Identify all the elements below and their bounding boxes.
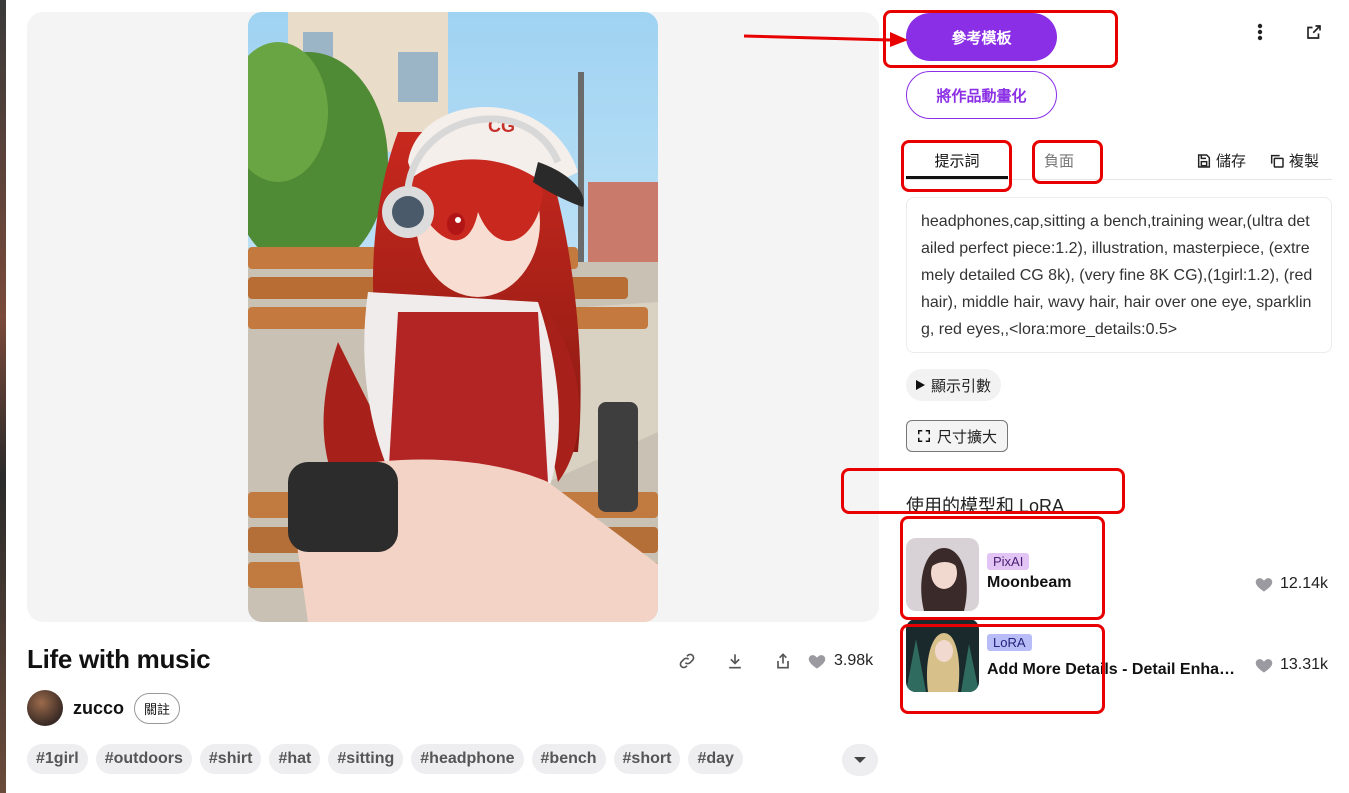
expand-icon [918,430,930,442]
tag[interactable]: #sitting [328,744,404,774]
heart-icon[interactable] [1254,655,1274,675]
copy-icon [1270,154,1284,168]
copy-button[interactable]: 複製 [1269,150,1319,171]
artwork-title: Life with music [27,644,211,674]
download-icon[interactable] [722,648,748,674]
artwork-actions: 3.98k [674,648,873,674]
tag[interactable]: #day [688,744,743,774]
model-thumbnail [906,619,979,692]
follow-button[interactable]: 關註 [134,692,181,724]
avatar[interactable] [27,690,63,726]
show-params-label: 顯示引數 [931,377,992,395]
tag[interactable]: #1girl [27,744,88,774]
model-like-count: 13.31k [1279,656,1328,673]
background-edge [0,0,6,793]
models-section-title: 使用的模型和 LoRA [906,496,1065,516]
save-icon [1197,153,1211,168]
model-card[interactable]: LoRA Add More Details - Detail Enhancer … [906,619,1332,693]
prompt-tabs: 提示詞 負面 儲存 複製 [906,140,1332,180]
tag[interactable]: #headphone [411,744,524,774]
tag[interactable]: #hat [269,744,321,774]
model-name[interactable]: Add More Details - Detail Enhancer / Twe… [987,655,1237,679]
chevron-down-icon [854,757,866,763]
tag-list: #1girl #outdoors #shirt #hat #sitting #h… [27,744,743,774]
like-count: 3.98k [834,652,874,669]
expand-tags-button[interactable] [842,744,878,776]
model-type-badge: PixAI [987,553,1030,570]
triangle-right-icon [916,380,925,390]
tab-negative[interactable]: 負面 [1044,150,1074,171]
more-menu-icon[interactable] [1248,20,1272,44]
save-button[interactable]: 儲存 [1196,150,1246,171]
upscale-button[interactable]: 尺寸擴大 [906,420,1009,452]
upscale-label: 尺寸擴大 [937,428,998,446]
animate-button[interactable]: 將作品動畫化 [906,71,1057,119]
model-likes: 13.31k [1254,655,1328,675]
save-label: 儲存 [1216,153,1247,170]
author-row: zucco 關註 [27,690,181,726]
model-type-badge: LoRA [987,634,1032,651]
tab-prompt[interactable]: 提示詞 [906,150,1008,171]
share-icon[interactable] [770,648,796,674]
tag[interactable]: #shirt [199,744,262,774]
link-icon[interactable] [674,648,700,674]
artwork-image[interactable]: CG [248,12,658,622]
heart-icon[interactable] [1254,574,1274,594]
prompt-text[interactable]: headphones,cap,sitting a bench,training … [906,197,1332,353]
tag[interactable]: #bench [531,744,606,774]
model-thumbnail [906,538,979,611]
model-like-count: 12.14k [1279,575,1328,592]
active-tab-indicator [906,176,1008,179]
open-external-icon[interactable] [1302,20,1326,44]
model-card[interactable]: PixAI Moonbeam 12.14k [906,538,1332,612]
show-params-button[interactable]: 顯示引數 [906,369,1002,401]
heart-icon[interactable] [804,648,830,674]
tag[interactable]: #outdoors [95,744,192,774]
model-name[interactable]: Moonbeam [987,574,1071,592]
reference-template-button[interactable]: 參考模板 [906,13,1057,61]
model-likes: 12.14k [1254,574,1328,594]
author-name[interactable]: zucco [73,698,124,719]
tag[interactable]: #short [613,744,681,774]
copy-label: 複製 [1289,153,1320,170]
